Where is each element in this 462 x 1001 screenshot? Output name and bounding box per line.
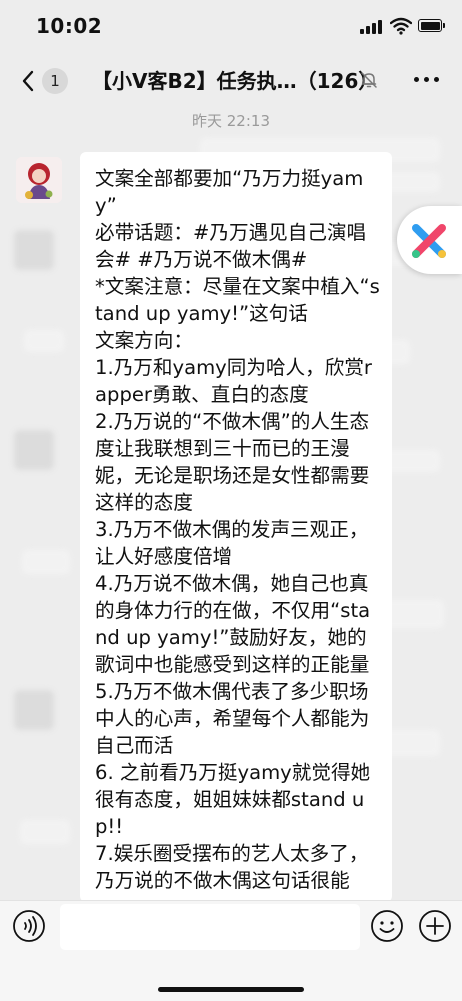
avatar-illustration	[16, 157, 62, 203]
home-indicator	[158, 987, 304, 992]
message-timestamp: 昨天 22:13	[192, 112, 270, 130]
signal-icon	[360, 20, 384, 34]
battery-icon	[418, 19, 445, 32]
message-input[interactable]	[60, 904, 360, 950]
voice-icon[interactable]	[12, 909, 46, 943]
x-logo-icon	[412, 224, 446, 258]
message-bubble[interactable]: 文案全部都要加“乃万力挺yamy” 必带话题：#乃万遇见自己演唱会# #乃万说不…	[80, 152, 392, 902]
mute-bell-icon	[361, 72, 377, 88]
plus-icon[interactable]	[418, 909, 452, 943]
input-bar	[0, 900, 462, 1001]
floating-assistant-button[interactable]	[397, 206, 462, 274]
more-icon[interactable]	[414, 76, 440, 84]
back-arrow-icon[interactable]	[14, 66, 44, 96]
chat-title[interactable]: 【小V客B2】任务执…（126）	[92, 66, 378, 96]
status-time: 10:02	[36, 14, 103, 38]
sender-avatar[interactable]	[16, 157, 62, 203]
status-bar: 10:02	[0, 0, 462, 56]
chat-header: 1 【小V客B2】任务执…（126）	[0, 56, 462, 106]
emoji-icon[interactable]	[370, 909, 404, 943]
wifi-icon	[390, 17, 412, 35]
unread-badge[interactable]: 1	[42, 68, 68, 94]
message-text: 文案全部都要加“乃万力挺yamy” 必带话题：#乃万遇见自己演唱会# #乃万说不…	[95, 167, 380, 892]
